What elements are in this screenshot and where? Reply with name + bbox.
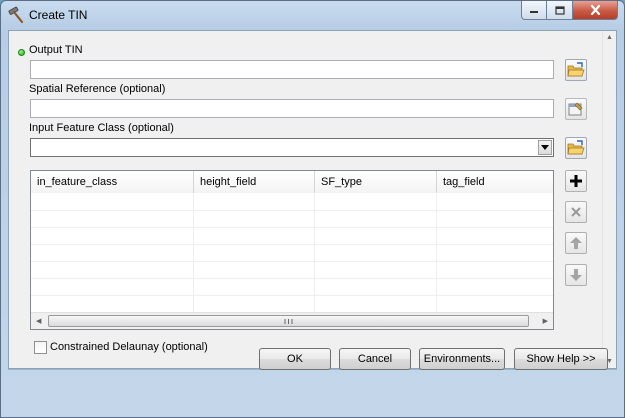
move-up-button[interactable] bbox=[565, 232, 587, 254]
browse-input-feature-class-button[interactable] bbox=[565, 137, 587, 159]
close-button[interactable] bbox=[573, 1, 618, 20]
dialog-body: ▲ ▼ Output TIN Spatial Reference (option… bbox=[8, 30, 617, 369]
table-row[interactable] bbox=[31, 211, 553, 228]
open-folder-icon bbox=[567, 140, 585, 155]
table-cell[interactable] bbox=[194, 262, 315, 279]
add-row-button[interactable] bbox=[565, 170, 587, 192]
table-row[interactable] bbox=[31, 228, 553, 245]
vertical-scrollbar[interactable]: ▲ ▼ bbox=[602, 31, 616, 368]
column-header-sf-type[interactable]: SF_type bbox=[315, 171, 437, 193]
move-down-button[interactable] bbox=[565, 264, 587, 286]
feature-class-table[interactable]: in_feature_class height_field SF_type ta… bbox=[30, 170, 554, 330]
required-parameter-icon bbox=[18, 49, 25, 56]
create-tin-dialog: Create TIN ▲ ▼ Output TIN Spatial Refere… bbox=[0, 0, 625, 418]
table-cell[interactable] bbox=[31, 194, 194, 211]
table-cell[interactable] bbox=[31, 211, 194, 228]
table-cell[interactable] bbox=[315, 211, 437, 228]
table-cell[interactable] bbox=[194, 211, 315, 228]
constrained-delaunay-checkbox[interactable] bbox=[34, 341, 47, 354]
browse-output-tin-button[interactable] bbox=[565, 59, 587, 81]
dropdown-button[interactable] bbox=[538, 140, 552, 155]
constrained-delaunay-label: Constrained Delaunay (optional) bbox=[50, 341, 208, 353]
column-header-in-feature-class[interactable]: in_feature_class bbox=[31, 171, 194, 193]
table-row[interactable] bbox=[31, 262, 553, 279]
spatial-reference-properties-button[interactable] bbox=[565, 98, 587, 120]
table-cell[interactable] bbox=[315, 228, 437, 245]
cancel-button[interactable]: Cancel bbox=[339, 348, 411, 370]
delete-icon bbox=[571, 207, 581, 217]
table-cell[interactable] bbox=[194, 245, 315, 262]
table-cell[interactable] bbox=[437, 279, 553, 296]
minimize-icon bbox=[530, 11, 538, 13]
remove-row-button[interactable] bbox=[565, 201, 587, 223]
table-cell[interactable] bbox=[31, 228, 194, 245]
table-cell[interactable] bbox=[31, 245, 194, 262]
table-cell[interactable] bbox=[437, 245, 553, 262]
table-cell[interactable] bbox=[315, 194, 437, 211]
column-header-tag-field[interactable]: tag_field bbox=[437, 171, 553, 193]
table-header: in_feature_class height_field SF_type ta… bbox=[31, 171, 553, 193]
spatial-reference-label: Spatial Reference (optional) bbox=[29, 83, 166, 95]
output-tin-label: Output TIN bbox=[29, 44, 83, 56]
table-cell[interactable] bbox=[194, 279, 315, 296]
title-bar[interactable]: Create TIN bbox=[1, 1, 624, 29]
plus-icon bbox=[570, 175, 582, 187]
table-cell[interactable] bbox=[31, 279, 194, 296]
table-cell[interactable] bbox=[315, 279, 437, 296]
table-row[interactable] bbox=[31, 279, 553, 296]
hammer-icon bbox=[7, 6, 25, 24]
properties-icon bbox=[568, 102, 583, 116]
arrow-up-icon bbox=[570, 237, 582, 249]
column-header-height-field[interactable]: height_field bbox=[194, 171, 315, 193]
table-row[interactable] bbox=[31, 245, 553, 262]
table-cell[interactable] bbox=[437, 296, 553, 313]
output-tin-input[interactable] bbox=[30, 60, 554, 79]
environments-button[interactable]: Environments... bbox=[419, 348, 505, 370]
horizontal-scrollbar[interactable]: ◀ ▶ bbox=[31, 312, 553, 329]
table-cell[interactable] bbox=[437, 228, 553, 245]
table-cell[interactable] bbox=[437, 194, 553, 211]
table-row[interactable] bbox=[31, 296, 553, 313]
maximize-button[interactable] bbox=[547, 1, 573, 20]
table-cell[interactable] bbox=[437, 262, 553, 279]
chevron-down-icon bbox=[541, 145, 549, 150]
grip-icon bbox=[284, 318, 293, 324]
input-feature-class-combo[interactable] bbox=[30, 138, 554, 157]
spatial-reference-input[interactable] bbox=[30, 99, 554, 118]
arrow-down-icon bbox=[570, 269, 582, 281]
minimize-button[interactable] bbox=[521, 1, 547, 20]
open-folder-icon bbox=[567, 62, 585, 77]
table-cell[interactable] bbox=[194, 228, 315, 245]
table-cell[interactable] bbox=[315, 245, 437, 262]
maximize-icon bbox=[554, 5, 565, 15]
scroll-left-icon[interactable]: ◀ bbox=[36, 317, 41, 325]
table-row[interactable] bbox=[31, 194, 553, 211]
table-cell[interactable] bbox=[315, 296, 437, 313]
show-help-button[interactable]: Show Help >> bbox=[514, 348, 608, 370]
input-feature-class-label: Input Feature Class (optional) bbox=[29, 122, 174, 134]
scroll-up-icon[interactable]: ▲ bbox=[606, 34, 613, 41]
table-cell[interactable] bbox=[31, 296, 194, 313]
scroll-thumb[interactable] bbox=[48, 315, 529, 327]
table-cell[interactable] bbox=[194, 194, 315, 211]
table-cell[interactable] bbox=[194, 296, 315, 313]
window-title: Create TIN bbox=[29, 8, 88, 22]
ok-button[interactable]: OK bbox=[259, 348, 331, 370]
table-cell[interactable] bbox=[315, 262, 437, 279]
table-cell[interactable] bbox=[437, 211, 553, 228]
table-cell[interactable] bbox=[31, 262, 194, 279]
close-icon bbox=[590, 5, 600, 15]
scroll-right-icon[interactable]: ▶ bbox=[543, 317, 548, 325]
